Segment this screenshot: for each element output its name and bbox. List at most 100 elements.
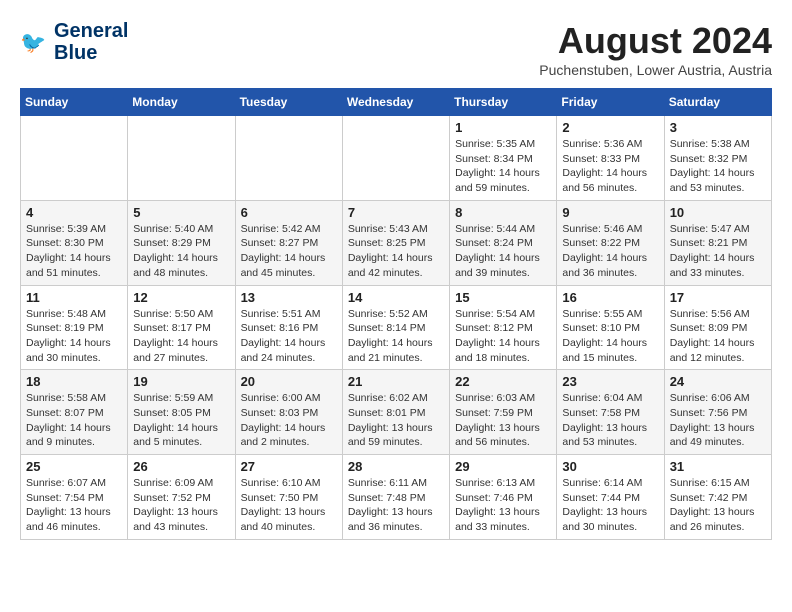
day-info-text: Sunrise: 6:15 AM Sunset: 7:42 PM Dayligh… — [670, 476, 766, 535]
calendar-cell: 17Sunrise: 5:56 AM Sunset: 8:09 PM Dayli… — [664, 285, 771, 370]
calendar-cell: 15 Sunrise: 5:54 AM Sunset: 8:12 PM Dayli… — [450, 285, 557, 370]
calendar-cell — [342, 116, 449, 201]
day-number: 15 — [455, 290, 551, 305]
day-number: 24 — [670, 374, 766, 389]
day-info-text: Sunrise: 5:58 AM Sunset: 8:07 PM Dayligh… — [26, 391, 122, 450]
day-header-wednesday: Wednesday — [342, 89, 449, 116]
day-number: 17 — [670, 290, 766, 305]
calendar-cell: 31Sunrise: 6:15 AM Sunset: 7:42 PM Dayli… — [664, 455, 771, 540]
day-number: 27 — [241, 459, 337, 474]
day-header-saturday: Saturday — [664, 89, 771, 116]
day-info-text: Sunrise: 6:13 AM Sunset: 7:46 PM Dayligh… — [455, 476, 551, 535]
day-number: 12 — [133, 290, 229, 305]
day-info-text: Sunrise: 6:11 AM Sunset: 7:48 PM Dayligh… — [348, 476, 444, 535]
day-number: 3 — [670, 120, 766, 135]
calendar-cell: 22 Sunrise: 6:03 AM Sunset: 7:59 PM Dayli… — [450, 370, 557, 455]
day-number: 8 — [455, 205, 551, 220]
day-info-text: Sunrise: 5:44 AM Sunset: 8:24 PM Dayligh… — [455, 222, 551, 281]
calendar-cell: 26 Sunrise: 6:09 AM Sunset: 7:52 PM Dayli… — [128, 455, 235, 540]
day-info-text: Sunrise: 5:54 AM Sunset: 8:12 PM Dayligh… — [455, 307, 551, 366]
day-info-text: Sunrise: 5:38 AM Sunset: 8:32 PM Dayligh… — [670, 137, 766, 196]
day-number: 1 — [455, 120, 551, 135]
day-info-text: Sunrise: 5:51 AM Sunset: 8:16 PM Dayligh… — [241, 307, 337, 366]
calendar-cell: 12 Sunrise: 5:50 AM Sunset: 8:17 PM Dayli… — [128, 285, 235, 370]
day-number: 16 — [562, 290, 658, 305]
day-number: 28 — [348, 459, 444, 474]
day-number: 21 — [348, 374, 444, 389]
day-number: 23 — [562, 374, 658, 389]
day-number: 9 — [562, 205, 658, 220]
day-info-text: Sunrise: 5:42 AM Sunset: 8:27 PM Dayligh… — [241, 222, 337, 281]
calendar-table: SundayMondayTuesdayWednesdayThursdayFrid… — [20, 88, 772, 540]
day-number: 7 — [348, 205, 444, 220]
calendar-cell: 3 Sunrise: 5:38 AM Sunset: 8:32 PM Daylig… — [664, 116, 771, 201]
day-info-text: Sunrise: 5:52 AM Sunset: 8:14 PM Dayligh… — [348, 307, 444, 366]
calendar-cell: 20 Sunrise: 6:00 AM Sunset: 8:03 PM Dayli… — [235, 370, 342, 455]
logo-text: General Blue — [54, 20, 128, 64]
calendar-cell: 7 Sunrise: 5:43 AM Sunset: 8:25 PM Daylig… — [342, 200, 449, 285]
calendar-cell: 2Sunrise: 5:36 AM Sunset: 8:33 PM Daylig… — [557, 116, 664, 201]
day-info-text: Sunrise: 6:00 AM Sunset: 8:03 PM Dayligh… — [241, 391, 337, 450]
calendar-cell: 28 Sunrise: 6:11 AM Sunset: 7:48 PM Dayli… — [342, 455, 449, 540]
day-info-text: Sunrise: 5:59 AM Sunset: 8:05 PM Dayligh… — [133, 391, 229, 450]
day-info-text: Sunrise: 6:04 AM Sunset: 7:58 PM Dayligh… — [562, 391, 658, 450]
day-info-text: Sunrise: 5:47 AM Sunset: 8:21 PM Dayligh… — [670, 222, 766, 281]
calendar-cell: 9 Sunrise: 5:46 AM Sunset: 8:22 PM Daylig… — [557, 200, 664, 285]
day-number: 10 — [670, 205, 766, 220]
calendar-cell: 1 Sunrise: 5:35 AM Sunset: 8:34 PM Daylig… — [450, 116, 557, 201]
calendar-week-4: 18 Sunrise: 5:58 AM Sunset: 8:07 PM Dayli… — [21, 370, 772, 455]
calendar-cell: 25Sunrise: 6:07 AM Sunset: 7:54 PM Dayli… — [21, 455, 128, 540]
page-header: 🐦 General Blue August 2024 Puchenstuben,… — [20, 20, 772, 78]
day-number: 5 — [133, 205, 229, 220]
calendar-week-5: 25Sunrise: 6:07 AM Sunset: 7:54 PM Dayli… — [21, 455, 772, 540]
day-info-text: Sunrise: 6:10 AM Sunset: 7:50 PM Dayligh… — [241, 476, 337, 535]
calendar-cell: 27 Sunrise: 6:10 AM Sunset: 7:50 PM Dayli… — [235, 455, 342, 540]
calendar-week-3: 11 Sunrise: 5:48 AM Sunset: 8:19 PM Dayli… — [21, 285, 772, 370]
day-info-text: Sunrise: 6:06 AM Sunset: 7:56 PM Dayligh… — [670, 391, 766, 450]
calendar-cell: 16Sunrise: 5:55 AM Sunset: 8:10 PM Dayli… — [557, 285, 664, 370]
calendar-cell — [128, 116, 235, 201]
calendar-cell: 19 Sunrise: 5:59 AM Sunset: 8:05 PM Dayli… — [128, 370, 235, 455]
calendar-cell: 5Sunrise: 5:40 AM Sunset: 8:29 PM Daylig… — [128, 200, 235, 285]
day-info-text: Sunrise: 6:14 AM Sunset: 7:44 PM Dayligh… — [562, 476, 658, 535]
calendar-week-1: 1 Sunrise: 5:35 AM Sunset: 8:34 PM Daylig… — [21, 116, 772, 201]
day-number: 26 — [133, 459, 229, 474]
day-number: 11 — [26, 290, 122, 305]
day-info-text: Sunrise: 6:09 AM Sunset: 7:52 PM Dayligh… — [133, 476, 229, 535]
day-number: 22 — [455, 374, 551, 389]
calendar-cell: 18 Sunrise: 5:58 AM Sunset: 8:07 PM Dayli… — [21, 370, 128, 455]
day-number: 4 — [26, 205, 122, 220]
day-info-text: Sunrise: 5:50 AM Sunset: 8:17 PM Dayligh… — [133, 307, 229, 366]
day-number: 14 — [348, 290, 444, 305]
day-number: 13 — [241, 290, 337, 305]
calendar-header-row: SundayMondayTuesdayWednesdayThursdayFrid… — [21, 89, 772, 116]
calendar-cell: 21Sunrise: 6:02 AM Sunset: 8:01 PM Dayli… — [342, 370, 449, 455]
day-number: 30 — [562, 459, 658, 474]
day-info-text: Sunrise: 6:03 AM Sunset: 7:59 PM Dayligh… — [455, 391, 551, 450]
day-number: 20 — [241, 374, 337, 389]
day-info-text: Sunrise: 5:46 AM Sunset: 8:22 PM Dayligh… — [562, 222, 658, 281]
day-info-text: Sunrise: 5:43 AM Sunset: 8:25 PM Dayligh… — [348, 222, 444, 281]
calendar-cell — [21, 116, 128, 201]
calendar-cell: 29 Sunrise: 6:13 AM Sunset: 7:46 PM Dayli… — [450, 455, 557, 540]
calendar-cell: 11 Sunrise: 5:48 AM Sunset: 8:19 PM Dayli… — [21, 285, 128, 370]
day-info-text: Sunrise: 5:48 AM Sunset: 8:19 PM Dayligh… — [26, 307, 122, 366]
day-header-sunday: Sunday — [21, 89, 128, 116]
day-header-friday: Friday — [557, 89, 664, 116]
title-block: August 2024 Puchenstuben, Lower Austria,… — [539, 20, 772, 78]
day-info-text: Sunrise: 5:35 AM Sunset: 8:34 PM Dayligh… — [455, 137, 551, 196]
calendar-week-2: 4 Sunrise: 5:39 AM Sunset: 8:30 PM Daylig… — [21, 200, 772, 285]
month-year-title: August 2024 — [539, 20, 772, 62]
day-header-thursday: Thursday — [450, 89, 557, 116]
day-number: 18 — [26, 374, 122, 389]
calendar-cell: 10 Sunrise: 5:47 AM Sunset: 8:21 PM Dayli… — [664, 200, 771, 285]
calendar-cell: 30 Sunrise: 6:14 AM Sunset: 7:44 PM Dayli… — [557, 455, 664, 540]
calendar-cell — [235, 116, 342, 201]
day-number: 19 — [133, 374, 229, 389]
calendar-cell: 8 Sunrise: 5:44 AM Sunset: 8:24 PM Daylig… — [450, 200, 557, 285]
day-header-monday: Monday — [128, 89, 235, 116]
day-info-text: Sunrise: 5:39 AM Sunset: 8:30 PM Dayligh… — [26, 222, 122, 281]
day-number: 29 — [455, 459, 551, 474]
day-header-tuesday: Tuesday — [235, 89, 342, 116]
calendar-cell: 6Sunrise: 5:42 AM Sunset: 8:27 PM Daylig… — [235, 200, 342, 285]
